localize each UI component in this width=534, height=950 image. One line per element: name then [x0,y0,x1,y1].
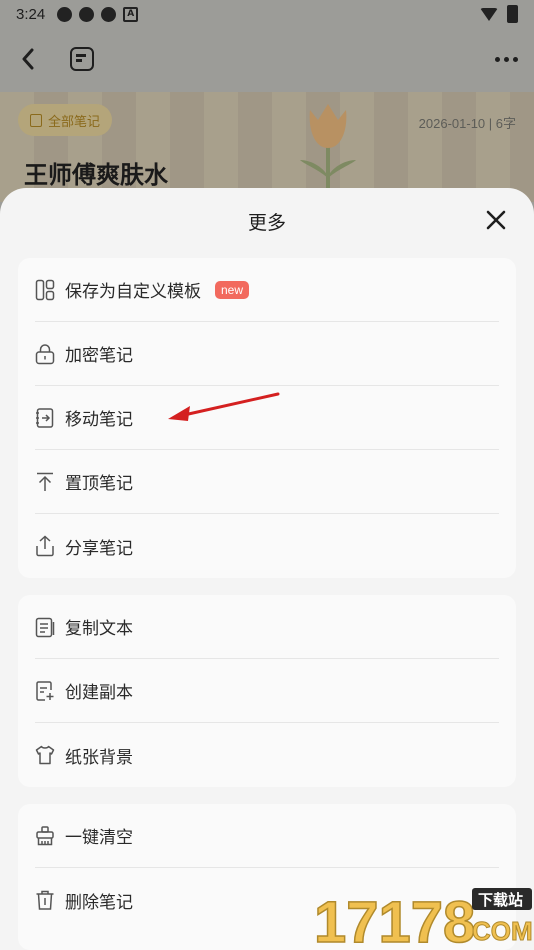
menu-item-encrypt-note[interactable]: 加密笔记 [35,322,499,386]
duplicate-icon [35,680,55,702]
menu-item-label: 删除笔记 [65,892,133,913]
pin-top-icon [35,471,55,493]
note-title: 王师傅爽肤水 [24,161,168,189]
battery-icon [507,5,518,23]
menu-item-share-note[interactable]: 分享笔记 [35,514,499,578]
note-word-count: 6字 [495,116,516,131]
more-options-sheet: 更多 保存为自定义模板 new 加密笔记 移动笔记 置顶笔记 分享笔记 复制文本… [0,188,534,950]
folder-label: 全部笔记 [48,114,101,130]
template-icon [35,279,55,301]
menu-item-label: 保存为自定义模板 [65,282,201,302]
trash-icon [35,889,55,911]
note-toolbar [0,34,534,84]
watermark-tag: 下载站 [478,891,523,909]
clear-icon [35,825,55,847]
status-bar: 3:24 A [0,0,534,28]
status-notification-icons: A [57,6,139,22]
more-options-icon[interactable] [495,56,518,62]
menu-item-label: 复制文本 [65,619,133,639]
menu-item-pin-note[interactable]: 置顶笔记 [35,450,499,514]
notification-icon [101,6,117,22]
menu-item-label: 一键清空 [65,828,133,848]
folder-icon [30,113,42,127]
menu-item-label: 加密笔记 [65,346,133,366]
move-icon [35,407,55,429]
sheet-header: 更多 [0,188,534,252]
copy-icon [35,616,55,638]
shirt-icon [35,744,55,766]
menu-item-label: 创建副本 [65,683,133,703]
share-icon [35,535,55,557]
menu-item-label: 纸张背景 [65,747,133,768]
folder-chip[interactable]: 全部笔记 [18,104,113,136]
note-meta: 2026-01-10 | 6字 [418,116,516,131]
note-date: 2026-01-10 [418,116,486,131]
menu-item-label: 置顶笔记 [65,474,133,494]
back-arrow-icon[interactable] [16,47,40,71]
menu-item-save-template[interactable]: 保存为自定义模板 new [35,258,499,322]
notification-icon [79,6,95,22]
watermark-number: 17178 [314,890,475,950]
menu-item-label: 移动笔记 [65,410,133,430]
notification-icon [57,6,73,22]
notification-a-icon: A [123,6,139,22]
watermark-domain: COM [472,916,533,946]
menu-item-copy-text[interactable]: 复制文本 [35,595,499,659]
lock-icon [35,343,55,365]
menu-group-content-actions: 复制文本 创建副本 纸张背景 [18,595,516,787]
wifi-icon [480,7,498,21]
menu-item-create-copy[interactable]: 创建副本 [35,659,499,723]
menu-item-clear-all[interactable]: 一键清空 [35,804,499,868]
menu-item-paper-background[interactable]: 纸张背景 [35,723,499,787]
new-badge: new [215,280,250,299]
watermark-logo: 17178 下载站 COM [313,888,533,950]
annotation-arrow [168,392,280,421]
note-format-icon[interactable] [70,47,94,71]
menu-item-label: 分享笔记 [65,538,133,559]
tulip-illustration [300,104,356,188]
sheet-title: 更多 [247,212,286,234]
close-icon[interactable] [484,208,508,232]
status-time: 3:24 [16,5,46,23]
